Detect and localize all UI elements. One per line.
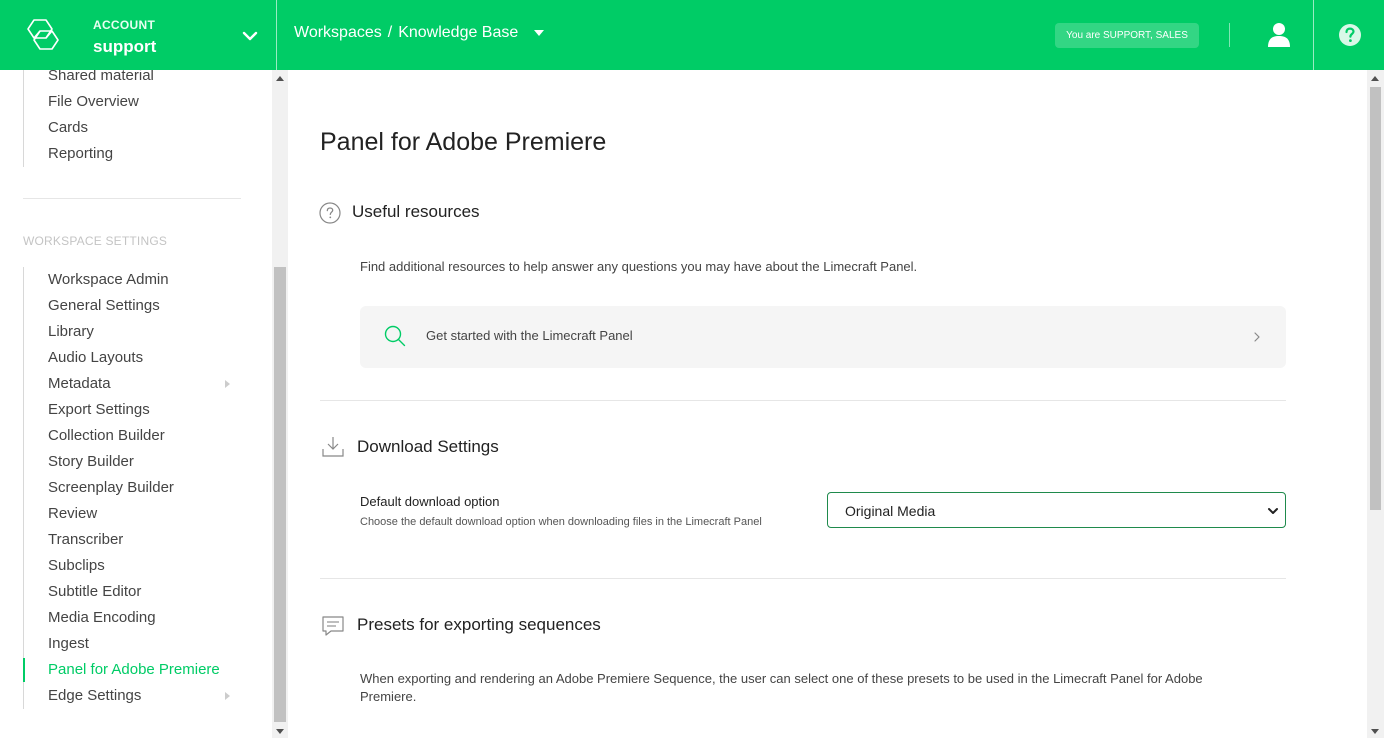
account-label: ACCOUNT bbox=[93, 18, 156, 32]
help-icon[interactable] bbox=[1338, 23, 1362, 47]
breadcrumb-knowledge-base[interactable]: Knowledge Base bbox=[398, 24, 518, 41]
section-divider bbox=[320, 578, 1286, 579]
scroll-down-icon[interactable] bbox=[276, 729, 284, 734]
download-icon bbox=[322, 437, 344, 457]
useful-resources-title: Useful resources bbox=[352, 202, 480, 221]
default-download-select[interactable]: Original Media bbox=[827, 492, 1286, 528]
section-divider bbox=[320, 400, 1286, 401]
presets-title: Presets for exporting sequences bbox=[357, 615, 601, 634]
select-value: Original Media bbox=[845, 503, 936, 519]
breadcrumb-workspaces[interactable]: Workspaces bbox=[294, 24, 382, 41]
caret-right-icon bbox=[225, 380, 230, 388]
download-settings-title: Download Settings bbox=[357, 437, 499, 456]
account-name: support bbox=[93, 37, 157, 56]
sidebar-item-collection-builder[interactable]: Collection Builder bbox=[24, 423, 254, 449]
sidebar-item-library[interactable]: Library bbox=[24, 319, 254, 345]
caret-right-icon bbox=[225, 692, 230, 700]
logo-icon bbox=[27, 19, 59, 50]
main-content: Panel for Adobe Premiere Useful resource… bbox=[288, 70, 1367, 738]
scroll-down-icon[interactable] bbox=[1371, 729, 1379, 734]
nav-group-settings: Workspace Admin General Settings Library… bbox=[23, 267, 254, 709]
question-circle-icon bbox=[319, 202, 341, 224]
account-switcher[interactable]: ACCOUNT support bbox=[0, 0, 277, 70]
sidebar-item-review[interactable]: Review bbox=[24, 501, 254, 527]
help-area bbox=[1313, 0, 1384, 70]
top-bar: ACCOUNT support Workspaces / Knowledge Bas… bbox=[0, 0, 1384, 70]
main-scrollbar-thumb[interactable] bbox=[1370, 87, 1381, 510]
presets-description: When exporting and rendering an Adobe Pr… bbox=[360, 671, 1203, 704]
search-icon bbox=[384, 325, 406, 347]
sidebar-item-general-settings[interactable]: General Settings bbox=[24, 293, 254, 319]
sidebar-item-file-overview[interactable]: File Overview bbox=[24, 89, 254, 115]
main-scrollbar[interactable] bbox=[1367, 70, 1384, 738]
page-title: Panel for Adobe Premiere bbox=[320, 128, 607, 156]
sidebar: Shared material File Overview Cards Repo… bbox=[0, 70, 272, 738]
chevron-right-icon bbox=[1254, 332, 1260, 342]
sidebar-item-label: Edge Settings bbox=[48, 687, 142, 704]
sidebar-item-cards[interactable]: Cards bbox=[24, 115, 254, 141]
sidebar-item-panel-adobe-premiere[interactable]: Panel for Adobe Premiere bbox=[23, 657, 254, 683]
message-icon bbox=[322, 616, 344, 636]
useful-resources-description: Find additional resources to help answer… bbox=[360, 259, 918, 274]
caret-down-icon[interactable] bbox=[533, 27, 545, 39]
sidebar-item-metadata[interactable]: Metadata bbox=[24, 371, 254, 397]
sidebar-item-subtitle-editor[interactable]: Subtitle Editor bbox=[24, 579, 254, 605]
sidebar-item-shared-material[interactable]: Shared material bbox=[24, 70, 254, 89]
sidebar-divider bbox=[23, 198, 241, 199]
sidebar-item-story-builder[interactable]: Story Builder bbox=[24, 449, 254, 475]
role-badge: You are SUPPORT, SALES bbox=[1055, 23, 1199, 48]
sidebar-scrollbar-thumb[interactable] bbox=[274, 267, 286, 722]
sidebar-item-label: Metadata bbox=[48, 375, 111, 392]
breadcrumb-separator: / bbox=[387, 24, 393, 41]
get-started-card[interactable]: Get started with the Limecraft Panel bbox=[360, 306, 1286, 368]
sidebar-item-transcriber[interactable]: Transcriber bbox=[24, 527, 254, 553]
user-icon[interactable] bbox=[1267, 22, 1291, 48]
default-download-help: Choose the default download option when … bbox=[360, 516, 762, 528]
chevron-down-icon[interactable] bbox=[241, 27, 259, 45]
get-started-label: Get started with the Limecraft Panel bbox=[426, 328, 633, 343]
sidebar-item-export-settings[interactable]: Export Settings bbox=[24, 397, 254, 423]
sidebar-item-ingest[interactable]: Ingest bbox=[24, 631, 254, 657]
scroll-up-icon[interactable] bbox=[1371, 76, 1379, 81]
sidebar-item-workspace-admin[interactable]: Workspace Admin bbox=[24, 267, 254, 293]
breadcrumb: Workspaces / Knowledge Base bbox=[294, 24, 545, 42]
chevron-down-icon bbox=[1268, 508, 1278, 514]
sidebar-item-reporting[interactable]: Reporting bbox=[24, 141, 254, 167]
sidebar-item-subclips[interactable]: Subclips bbox=[24, 553, 254, 579]
default-download-label: Default download option bbox=[360, 494, 500, 509]
sidebar-item-audio-layouts[interactable]: Audio Layouts bbox=[24, 345, 254, 371]
nav-group-top: Shared material File Overview Cards Repo… bbox=[23, 70, 254, 167]
sidebar-section-title: WORKSPACE SETTINGS bbox=[23, 234, 168, 248]
divider bbox=[1229, 23, 1230, 47]
scroll-up-icon[interactable] bbox=[276, 76, 284, 81]
sidebar-item-media-encoding[interactable]: Media Encoding bbox=[24, 605, 254, 631]
sidebar-item-screenplay-builder[interactable]: Screenplay Builder bbox=[24, 475, 254, 501]
sidebar-item-edge-settings[interactable]: Edge Settings bbox=[24, 683, 254, 709]
sidebar-scrollbar[interactable] bbox=[272, 70, 288, 738]
